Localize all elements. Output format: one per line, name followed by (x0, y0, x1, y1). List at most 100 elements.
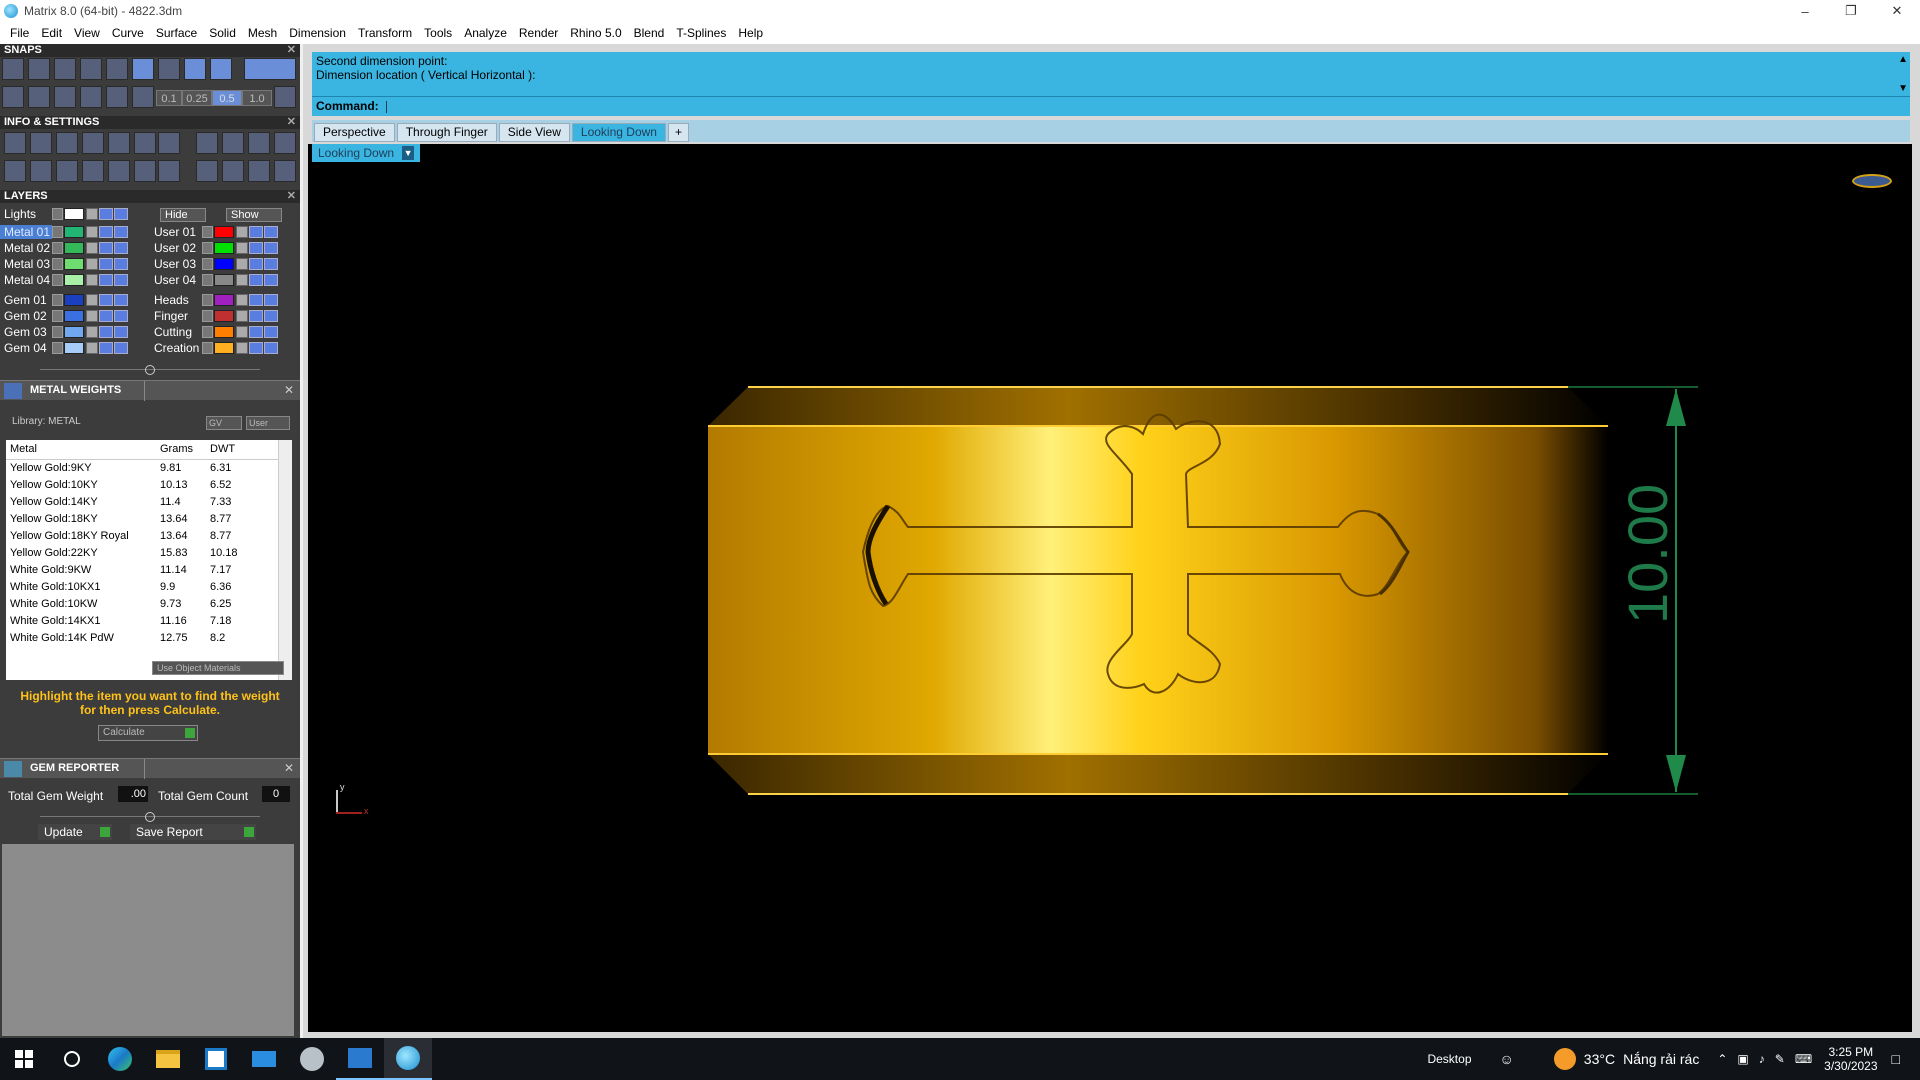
render-toggle-icon[interactable] (264, 310, 278, 322)
render-toggle-icon[interactable] (114, 294, 128, 306)
user-button[interactable]: User (246, 416, 290, 430)
layer-row[interactable]: Creation (150, 340, 279, 356)
visible-icon[interactable] (249, 310, 263, 322)
matrix-taskbar-button[interactable] (384, 1038, 432, 1080)
lock-icon[interactable] (236, 226, 248, 238)
layer-name[interactable]: User 03 (150, 257, 202, 271)
planar-icon[interactable] (28, 86, 50, 108)
scroll-up-icon[interactable]: ▲ (1898, 54, 1908, 65)
snap-near-icon[interactable] (132, 58, 154, 80)
layer-name[interactable]: Metal 01 (0, 225, 52, 239)
collapse-handle[interactable] (145, 365, 155, 375)
check-icon[interactable] (134, 160, 156, 182)
visible-icon[interactable] (99, 242, 113, 254)
scene-icon[interactable] (274, 132, 296, 154)
close-button[interactable]: ✕ (1874, 0, 1920, 22)
layer-row[interactable]: Gem 04 (0, 340, 129, 356)
minimize-button[interactable]: – (1782, 0, 1828, 22)
lights-swatch[interactable] (64, 208, 84, 220)
layer-row[interactable]: Gem 02 (0, 308, 129, 324)
measure-icon[interactable] (56, 132, 78, 154)
light-icon[interactable] (248, 132, 270, 154)
visible-icon[interactable] (249, 226, 263, 238)
layer-color-swatch[interactable] (214, 310, 234, 322)
layer-color-swatch[interactable] (64, 294, 84, 306)
menu-transform[interactable]: Transform (352, 22, 418, 44)
snap-value-10[interactable]: 1.0 (242, 90, 272, 106)
properties-icon[interactable] (108, 132, 130, 154)
table-row[interactable]: Yellow Gold:14KY 11.4 7.33 (6, 494, 292, 511)
lock-icon[interactable] (86, 242, 98, 254)
menu-analyze[interactable]: Analyze (458, 22, 513, 44)
notifications-icon[interactable]: □ (1892, 1051, 1900, 1067)
render-icon[interactable] (196, 132, 218, 154)
clock[interactable]: 3:25 PM 3/30/2023 (1824, 1045, 1877, 1073)
lock-icon[interactable] (86, 208, 98, 220)
render-toggle-icon[interactable] (114, 274, 128, 286)
render-toggle-icon[interactable] (264, 342, 278, 354)
lock-icon[interactable] (86, 294, 98, 306)
prong-icon[interactable] (222, 160, 244, 182)
visible-icon[interactable] (99, 342, 113, 354)
edge-button[interactable] (96, 1038, 144, 1080)
grid-icon[interactable] (2, 86, 24, 108)
layer-name[interactable]: Gem 04 (0, 341, 52, 355)
weather-temp[interactable]: 33°C (1584, 1051, 1615, 1067)
keyboard-icon[interactable]: ⌨ (1795, 1052, 1812, 1066)
menu-mesh[interactable]: Mesh (242, 22, 283, 44)
object-icon[interactable] (82, 160, 104, 182)
layer-name[interactable]: Gem 02 (0, 309, 52, 323)
settings-icon[interactable] (4, 132, 26, 154)
project-icon[interactable] (54, 86, 76, 108)
filter-icon[interactable] (108, 160, 130, 182)
camera-icon[interactable] (222, 132, 244, 154)
table-row[interactable]: Yellow Gold:9KY 9.81 6.31 (6, 460, 292, 477)
lock-icon[interactable] (236, 242, 248, 254)
layer-row[interactable]: Metal 03 (0, 256, 129, 272)
table-row[interactable]: Yellow Gold:18KY 13.64 8.77 (6, 511, 292, 528)
expand-icon[interactable] (52, 258, 63, 270)
render-toggle-icon[interactable] (264, 242, 278, 254)
pen-icon[interactable]: ✎ (1775, 1052, 1785, 1066)
calculate-button[interactable]: Calculate (98, 725, 198, 741)
menu-blend[interactable]: Blend (628, 22, 671, 44)
visible-icon[interactable] (99, 226, 113, 238)
visible-icon[interactable] (99, 326, 113, 338)
snap-ortho-icon[interactable] (244, 58, 296, 80)
render-toggle-icon[interactable] (264, 294, 278, 306)
table-row[interactable]: Yellow Gold:22KY 15.83 10.18 (6, 545, 292, 562)
record-icon[interactable] (132, 86, 154, 108)
snap-value-025[interactable]: 0.25 (182, 90, 212, 106)
table-row[interactable]: White Gold:14KX1 11.16 7.18 (6, 613, 292, 630)
snap-perp-icon[interactable] (184, 58, 206, 80)
visible-icon[interactable] (99, 310, 113, 322)
col-dwt[interactable]: DWT (206, 440, 266, 459)
layer-name[interactable]: User 04 (150, 273, 202, 287)
render-toggle-icon[interactable] (114, 326, 128, 338)
menu-view[interactable]: View (68, 22, 106, 44)
snap-point-icon[interactable] (80, 58, 102, 80)
gv-button[interactable]: GV (206, 416, 242, 430)
visible-icon[interactable] (249, 258, 263, 270)
clipboard-icon[interactable] (158, 160, 180, 182)
expand-icon[interactable] (202, 294, 213, 306)
expand-icon[interactable] (202, 326, 213, 338)
table-row[interactable]: White Gold:14K PdW 12.75 8.2 (6, 630, 292, 647)
layer-row[interactable]: User 01 (150, 224, 279, 240)
display-icon[interactable] (30, 160, 52, 182)
lock-icon[interactable] (86, 274, 98, 286)
builder-icon[interactable] (274, 160, 296, 182)
menu-file[interactable]: File (4, 22, 35, 44)
close-icon[interactable]: ✕ (287, 190, 296, 203)
snap-settings-icon[interactable] (274, 86, 296, 108)
close-icon[interactable]: ✕ (287, 116, 296, 129)
menu-edit[interactable]: Edit (35, 22, 68, 44)
update-button[interactable]: Update (38, 824, 112, 840)
tab-side-view[interactable]: Side View (498, 123, 570, 142)
layer-row[interactable]: Gem 03 (0, 324, 129, 340)
lock-icon[interactable] (236, 258, 248, 270)
gumball-icon[interactable] (106, 86, 128, 108)
layer-name[interactable]: Creation (150, 341, 202, 355)
snap-mid-icon[interactable] (106, 58, 128, 80)
chevron-up-icon[interactable]: ⌃ (1717, 1052, 1727, 1066)
